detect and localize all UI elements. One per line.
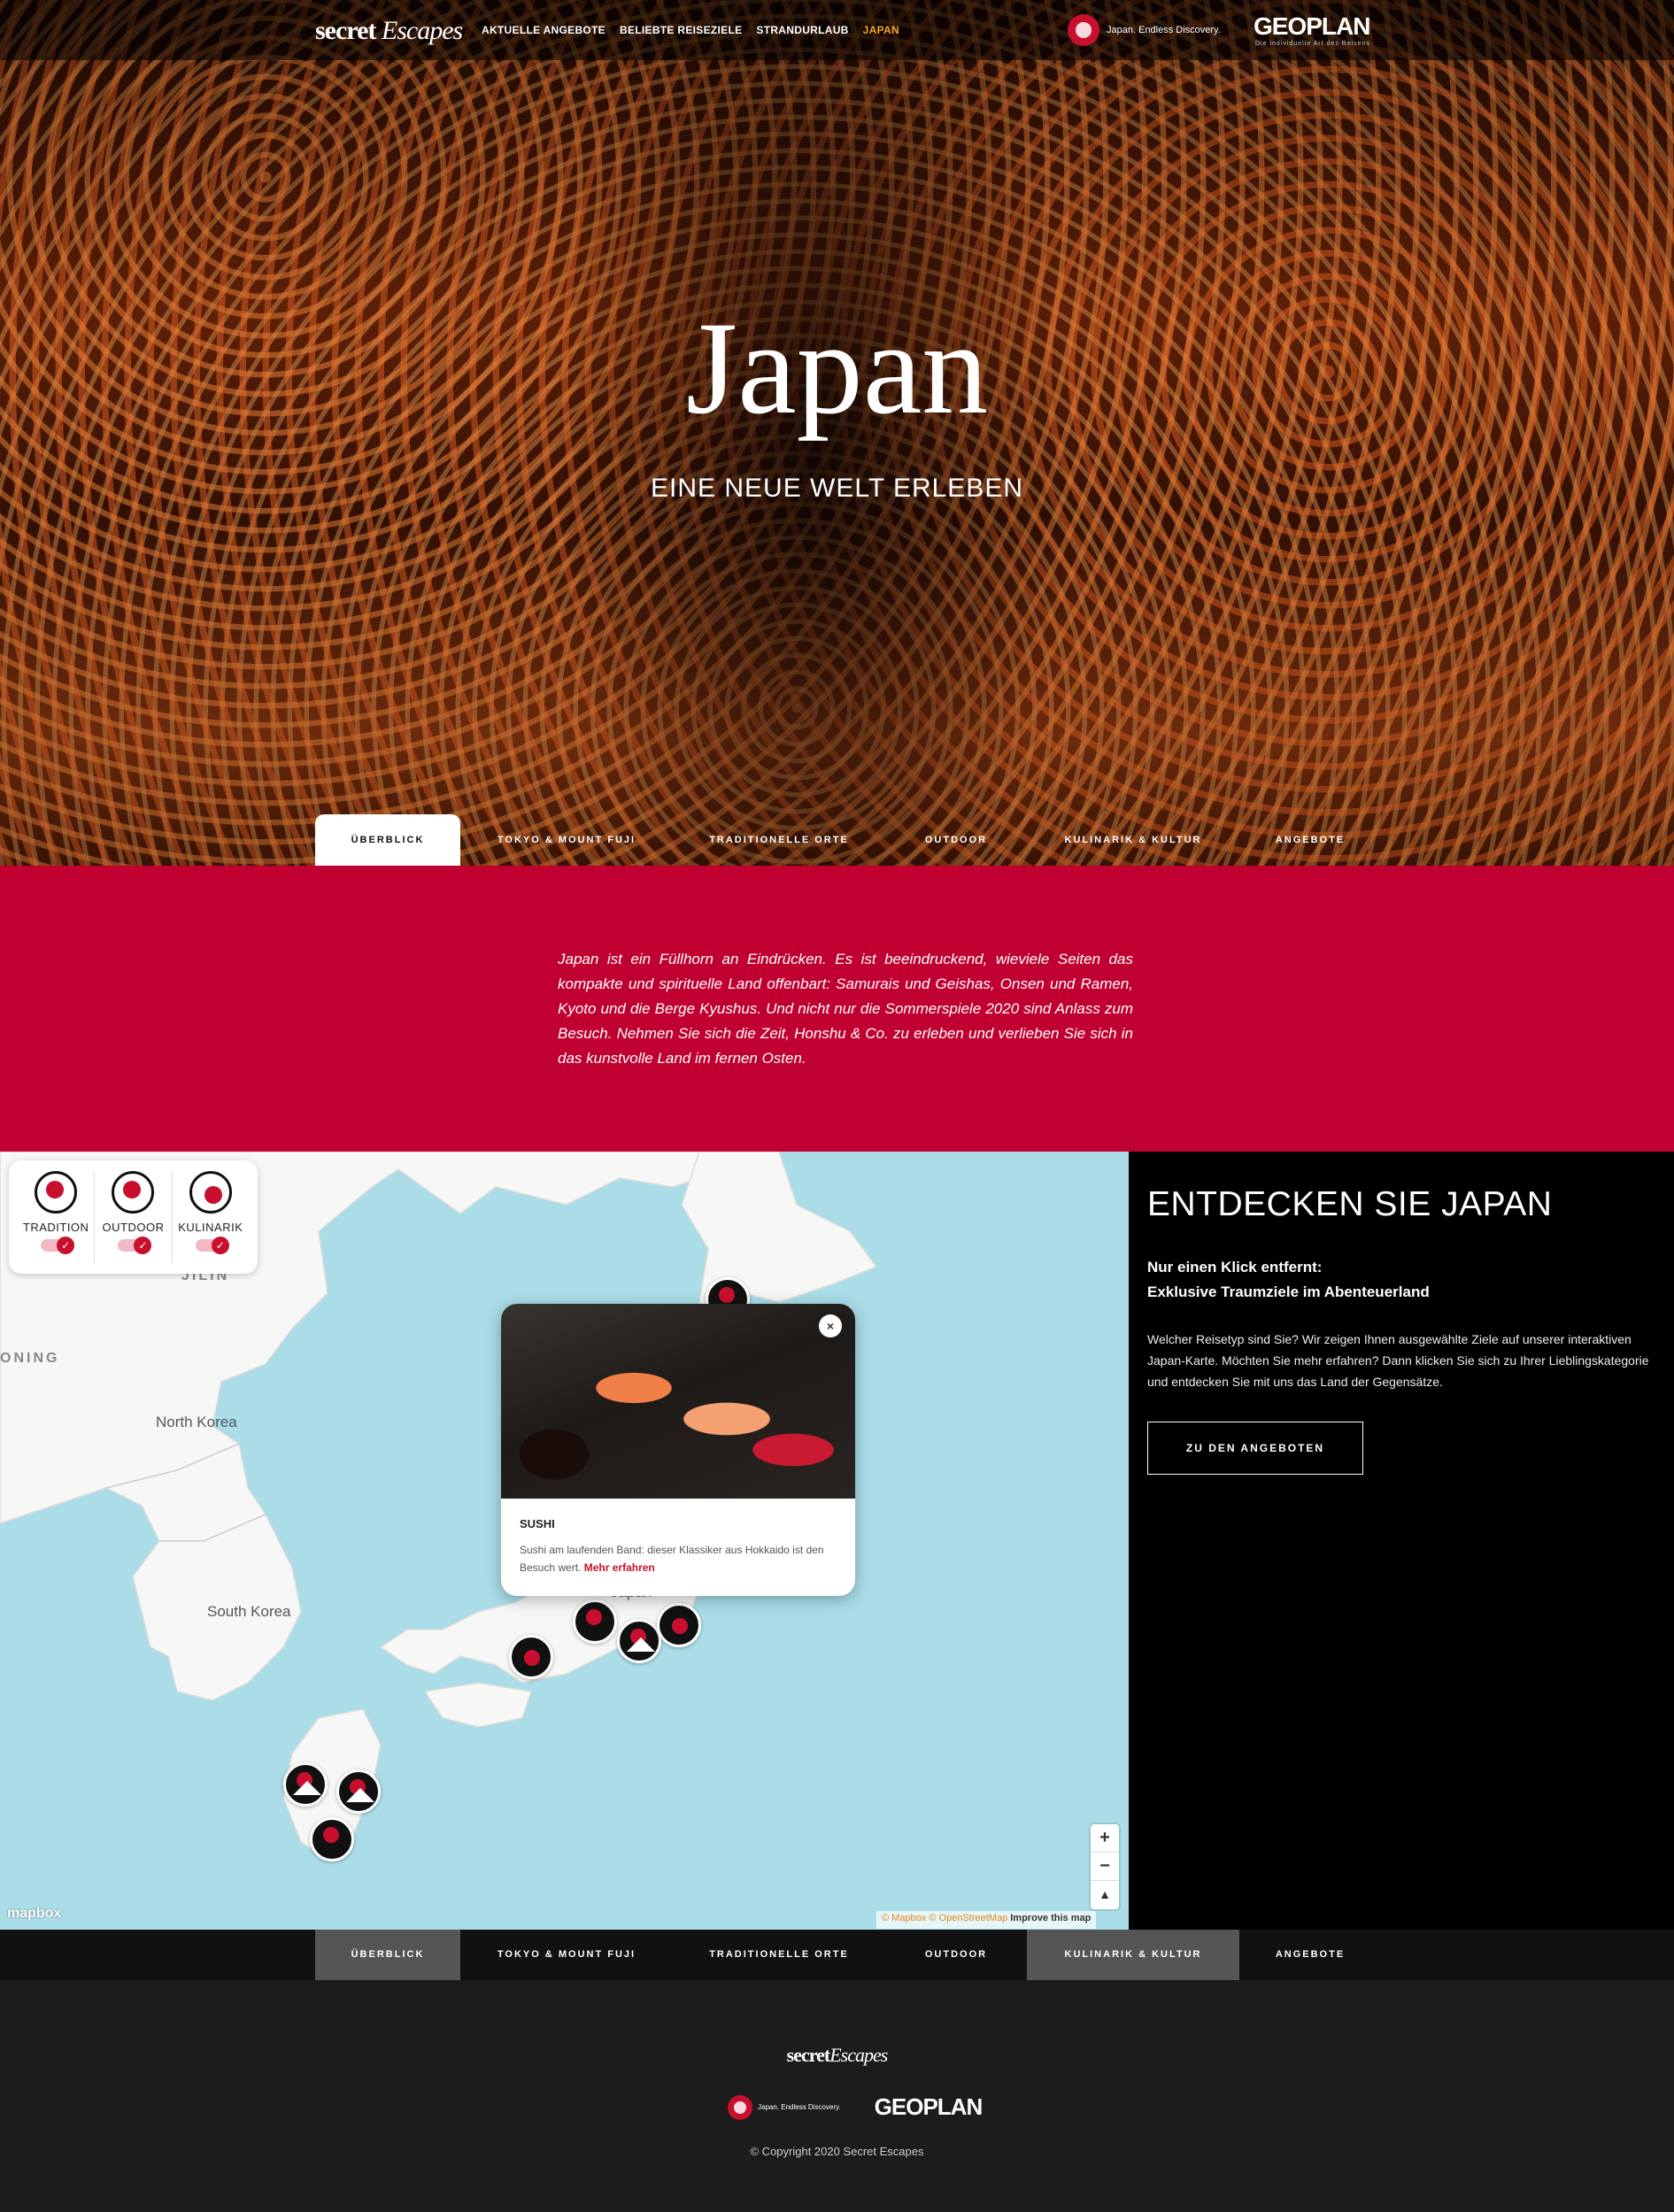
interactive-map[interactable]: JILIN ONING North Korea South Korea Japa… [0, 1152, 1129, 1930]
brand-light-text: Escapes [381, 16, 463, 45]
popup-text-body: Sushi am laufenden Band: dieser Klassike… [520, 1544, 824, 1574]
zu-den-angeboten-button[interactable]: ZU DEN ANGEBOTEN [1147, 1422, 1363, 1475]
page: secret Escapes AKTUELLE ANGEBOTE BELIEBT… [0, 0, 1674, 2212]
check-icon: ✓ [134, 1237, 152, 1254]
geoplan-tagline: Die individuelle Art des Reisens [1255, 41, 1371, 47]
bottom-nav-items: ÜBERBLICK TOKYO & MOUNT FUJI TRADITIONEL… [315, 1930, 1381, 1980]
zoom-out-button[interactable]: − [1091, 1853, 1119, 1881]
map-popup-sushi: × SUSHI Sushi am laufenden Band: dieser … [501, 1304, 855, 1596]
filter-outdoor[interactable]: OUTDOOR ✓ [95, 1171, 173, 1263]
footer-japan-logo[interactable]: Japan. Endless Discovery. [728, 2094, 841, 2120]
close-icon[interactable]: × [819, 1314, 842, 1337]
popup-more-link[interactable]: Mehr erfahren [584, 1561, 655, 1574]
geoplan-logo[interactable]: GEOPLAN [1254, 12, 1370, 41]
sushi-image [501, 1304, 855, 1499]
discover-subtitle-line2: Exklusive Traumziele im Abenteuerland [1147, 1283, 1430, 1300]
compass-reset-button[interactable]: ▲ [1091, 1881, 1119, 1909]
map-pin-outdoor-fuji[interactable] [617, 1619, 661, 1663]
tab-kulinarik-kultur[interactable]: KULINARIK & KULTUR [1027, 814, 1239, 866]
hero-section: secret Escapes AKTUELLE ANGEBOTE BELIEBT… [0, 0, 1674, 866]
filter-toggle-outdoor[interactable]: ✓ [118, 1237, 152, 1254]
discover-text: Welcher Reisetyp sind Sie? Wir zeigen Ih… [1147, 1332, 1649, 1389]
discover-subtitle: Nur einen Klick entfernt: Exklusive Trau… [1147, 1255, 1430, 1305]
filter-label-tradition: TRADITION [22, 1221, 89, 1234]
nav-link-japan[interactable]: JAPAN [863, 24, 899, 36]
secret-escapes-logo[interactable]: secret Escapes [315, 16, 463, 46]
popup-description: Sushi am laufenden Band: dieser Klassike… [520, 1541, 838, 1576]
map-zoom-controls: + − ▲ [1091, 1824, 1119, 1909]
map-pin-tradition-kyushu[interactable] [310, 1817, 354, 1861]
footer-geoplan-logo[interactable]: GEOPLAN [875, 2093, 984, 2121]
check-icon: ✓ [211, 1237, 229, 1254]
map-pin-outdoor-kyushu-2[interactable] [336, 1769, 381, 1814]
section-tabs: ÜBERBLICK TOKYO & MOUNT FUJI TRADITIONEL… [315, 814, 1381, 866]
tab-outdoor[interactable]: OUTDOOR [885, 814, 1027, 866]
bottom-tab-kulinarik-kultur[interactable]: KULINARIK & KULTUR [1027, 1930, 1239, 1980]
map-pin-outdoor-kyushu-1[interactable] [283, 1762, 328, 1807]
top-navigation-bar: secret Escapes AKTUELLE ANGEBOTE BELIEBT… [0, 0, 1674, 60]
bottom-section-nav: ÜBERBLICK TOKYO & MOUNT FUJI TRADITIONEL… [0, 1930, 1674, 1980]
torii-gate-icon [35, 1171, 78, 1214]
nav-link-aktuelle-angebote[interactable]: AKTUELLE ANGEBOTE [482, 24, 606, 36]
bottom-tab-traditionelle-orte[interactable]: TRADITIONELLE ORTE [673, 1930, 885, 1980]
popup-title: SUSHI [520, 1517, 555, 1530]
zoom-in-button[interactable]: + [1091, 1824, 1119, 1853]
filter-label-kulinarik: KULINARIK [178, 1221, 243, 1234]
improve-map-link[interactable]: Improve this map [1010, 1913, 1091, 1923]
filter-label-outdoor: OUTDOOR [102, 1221, 165, 1234]
attribution-mapbox-link[interactable]: © Mapbox [882, 1913, 926, 1923]
map-label-south-korea: South Korea [207, 1603, 291, 1620]
main-nav: AKTUELLE ANGEBOTE BELIEBTE REISEZIELE ST… [482, 24, 899, 36]
hero-title: Japan [685, 295, 989, 442]
copyright-text: © Copyright 2020 Secret Escapes [750, 2145, 924, 2158]
map-label-north-korea: North Korea [156, 1414, 237, 1430]
nav-link-strandurlaub[interactable]: STRANDURLAUB [756, 24, 848, 36]
map-attribution: © Mapbox © OpenStreetMap Improve this ma… [876, 1911, 1097, 1929]
mountain-icon [112, 1171, 155, 1214]
chopsticks-bowl-icon [189, 1171, 232, 1214]
discover-title: ENTDECKEN SIE JAPAN [1147, 1185, 1553, 1223]
footer: secretEscapes Japan. Endless Discovery. … [0, 1980, 1674, 2212]
map-label-liaoning: ONING [0, 1351, 60, 1366]
discover-panel: ENTDECKEN SIE JAPAN Nur einen Klick entf… [1129, 1152, 1674, 1930]
tab-traditionelle-orte[interactable]: TRADITIONELLE ORTE [673, 814, 885, 866]
footer-brand-light: Escapes [829, 2044, 888, 2066]
filter-kulinarik[interactable]: KULINARIK ✓ [173, 1171, 249, 1263]
footer-brand-bold: secret [786, 2044, 831, 2066]
tab-tokyo-mount-fuji[interactable]: TOKYO & MOUNT FUJI [460, 814, 673, 866]
filter-toggle-tradition[interactable]: ✓ [41, 1237, 75, 1254]
intro-text: Japan ist ein Füllhorn an Eindrücken. Es… [558, 951, 1133, 1067]
hero-subtitle: EINE NEUE WELT ERLEBEN [651, 474, 1023, 503]
intro-section: Japan ist ein Füllhorn an Eindrücken. Es… [0, 866, 1674, 1152]
discover-subtitle-line1: Nur einen Klick entfernt: [1147, 1259, 1323, 1276]
japan-logo-text: Japan. Endless Discovery. [1107, 25, 1221, 35]
filter-toggle-kulinarik[interactable]: ✓ [195, 1237, 229, 1254]
bottom-tab-tokyo-mount-fuji[interactable]: TOKYO & MOUNT FUJI [460, 1930, 673, 1980]
attribution-osm-link[interactable]: © OpenStreetMap [929, 1913, 1007, 1923]
japan-endless-discovery-logo[interactable]: Japan. Endless Discovery. [1068, 14, 1221, 46]
bottom-tab-angebote[interactable]: ANGEBOTE [1239, 1930, 1381, 1980]
mapbox-logo[interactable]: mapbox [7, 1906, 61, 1922]
check-icon: ✓ [57, 1237, 75, 1254]
map-pin-tradition-tokyo[interactable] [573, 1599, 617, 1644]
brand-bold-text: secret [315, 16, 376, 45]
bottom-tab-outdoor[interactable]: OUTDOOR [885, 1930, 1027, 1980]
filter-tradition[interactable]: TRADITION ✓ [18, 1171, 96, 1263]
tab-angebote[interactable]: ANGEBOTE [1239, 814, 1381, 866]
japan-blossom-icon [1068, 14, 1099, 46]
map-pin-kulinarik-kyoto[interactable] [509, 1635, 553, 1679]
footer-secret-escapes-logo[interactable]: secretEscapes [0, 2044, 1674, 2067]
footer-partner-logos: Japan. Endless Discovery. GEOPLAN [728, 2093, 984, 2121]
japan-blossom-icon [728, 2094, 752, 2120]
category-filter-panel: TRADITION ✓ OUTDOOR ✓ KULINARIK ✓ [9, 1160, 258, 1274]
tab-ueberblick[interactable]: ÜBERBLICK [315, 814, 460, 866]
footer-japan-logo-text: Japan. Endless Discovery. [758, 2103, 841, 2111]
bottom-tab-ueberblick[interactable]: ÜBERBLICK [315, 1930, 460, 1980]
nav-link-beliebte-reiseziele[interactable]: BELIEBTE REISEZIELE [620, 24, 742, 36]
map-pin-kulinarik-tokyo[interactable] [657, 1603, 701, 1647]
